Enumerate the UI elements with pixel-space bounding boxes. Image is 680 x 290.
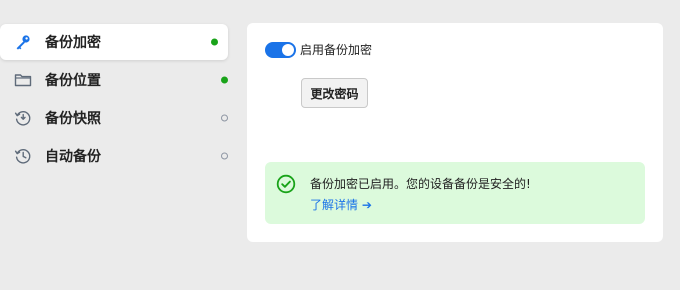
status-dot-inactive — [221, 152, 228, 160]
status-dot-inactive — [221, 114, 228, 122]
status-dot-active — [221, 76, 228, 84]
key-icon — [14, 33, 32, 51]
toggle-knob — [282, 43, 294, 56]
sidebar-item-label: 自动备份 — [45, 149, 101, 165]
sidebar-item-backup-snapshot[interactable]: 备份快照 — [0, 100, 238, 136]
encryption-settings-panel: 启用备份加密 更改密码 备份加密已启用。您的设备备份是安全的! 了解详情 ➔ — [247, 23, 663, 242]
snapshot-clock-icon — [14, 109, 32, 127]
sidebar-item-label: 备份位置 — [45, 73, 101, 89]
sidebar-item-label: 备份快照 — [45, 111, 101, 127]
status-dot-active — [211, 38, 218, 46]
check-circle-icon — [276, 174, 296, 194]
learn-more-link[interactable]: 了解详情 ➔ — [310, 196, 372, 213]
history-icon — [14, 147, 32, 165]
encryption-status-notice: 备份加密已启用。您的设备备份是安全的! 了解详情 ➔ — [265, 162, 645, 224]
enable-encryption-toggle[interactable] — [265, 41, 296, 58]
encryption-toggle-row: 启用备份加密 — [265, 41, 372, 58]
toggle-label: 启用备份加密 — [300, 43, 373, 57]
notice-message: 备份加密已启用。您的设备备份是安全的! — [310, 177, 531, 191]
change-password-button[interactable]: 更改密码 — [301, 78, 368, 108]
sidebar: 备份加密 备份位置 备份快照 自动备份 — [0, 24, 238, 176]
sidebar-item-label: 备份加密 — [45, 35, 101, 51]
sidebar-item-auto-backup[interactable]: 自动备份 — [0, 138, 238, 174]
sidebar-item-backup-location[interactable]: 备份位置 — [0, 62, 238, 98]
folder-icon — [14, 71, 32, 89]
sidebar-item-backup-encryption[interactable]: 备份加密 — [0, 24, 228, 60]
